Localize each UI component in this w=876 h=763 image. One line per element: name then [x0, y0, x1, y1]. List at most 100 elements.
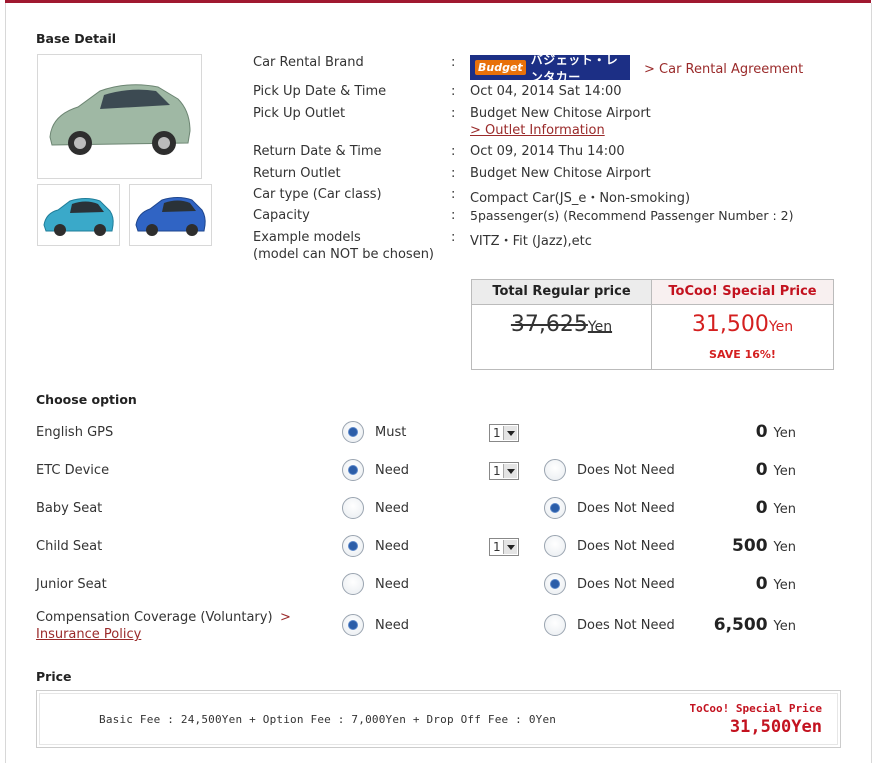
amount-value: 0	[755, 574, 768, 594]
compensation-not-need-radio[interactable]	[544, 614, 566, 636]
junior-seat-need-radio[interactable]	[342, 573, 364, 595]
child-seat-qty-select[interactable]: 1	[489, 538, 519, 556]
detail-label-return-date: Return Date & Time	[253, 144, 382, 159]
etc-device-amount: 0 Yen	[706, 460, 796, 480]
detail-label-brand: Car Rental Brand	[253, 55, 364, 70]
child-seat-not-need-radio[interactable]	[544, 535, 566, 557]
amount-unit: Yen	[773, 540, 796, 555]
etc-device-not-need-radio[interactable]	[544, 459, 566, 481]
etc-device-qty-select[interactable]: 1	[489, 462, 519, 480]
detail-label-pickup-date: Pick Up Date & Time	[253, 84, 387, 99]
price-heading: Price	[36, 669, 72, 684]
detail-label-example-models-note: (model can NOT be chosen)	[253, 247, 435, 262]
regular-price-amount: 37,625Yen	[472, 312, 651, 337]
detail-colon: :	[451, 106, 456, 121]
car-icon	[135, 197, 206, 236]
english-gps-qty-select[interactable]: 1	[489, 424, 519, 442]
english-gps-must-radio[interactable]	[342, 421, 364, 443]
amount-value: 500	[732, 536, 768, 556]
junior-seat-not-need-radio[interactable]	[544, 573, 566, 595]
fee-special-price-label: ToCoo! Special Price	[689, 702, 822, 715]
save-badge: SAVE 16%!	[709, 348, 776, 361]
fee-total-amount: 31,500Yen	[729, 717, 822, 737]
baby-seat-need-label: Need	[375, 501, 409, 516]
detail-value-return-date: Oct 09, 2014 Thu 14:00	[470, 144, 625, 159]
option-label-compensation-coverage: Compensation Coverage (Voluntary)	[36, 610, 273, 625]
detail-colon: :	[451, 55, 456, 70]
fee-summary-box: Basic Fee : 24,500Yen + Option Fee : 7,0…	[36, 690, 841, 748]
option-label-english-gps: English GPS	[36, 425, 114, 440]
detail-value-return-outlet: Budget New Chitose Airport	[470, 166, 651, 181]
brand-logo-text: バジェット・レンタカー	[530, 52, 619, 84]
child-seat-need-label: Need	[375, 539, 409, 554]
amount-unit: Yen	[773, 426, 796, 441]
special-price-amount: 31,500Yen	[652, 312, 833, 337]
brand-logo-mark: Budget	[475, 60, 526, 75]
outlet-information-link[interactable]: > Outlet Information	[470, 123, 605, 138]
amount-unit: Yen	[773, 578, 796, 593]
chevron-down-icon	[503, 540, 517, 554]
detail-label-return-outlet: Return Outlet	[253, 166, 341, 181]
amount-unit: Yen	[773, 619, 796, 634]
detail-label-capacity: Capacity	[253, 208, 310, 223]
choose-option-heading: Choose option	[36, 392, 137, 407]
chevron-down-icon	[503, 464, 517, 478]
detail-colon: :	[451, 144, 456, 159]
chevron-down-icon	[503, 426, 517, 440]
car-icon	[49, 84, 191, 155]
qty-value: 1	[493, 540, 501, 554]
price-comparison-box: Total Regular price 37,625Yen ToCoo! Spe…	[471, 279, 834, 370]
qty-value: 1	[493, 464, 501, 478]
baby-seat-need-radio[interactable]	[342, 497, 364, 519]
detail-colon: :	[451, 208, 456, 223]
detail-label-car-type: Car type (Car class)	[253, 187, 382, 202]
option-label-baby-seat: Baby Seat	[36, 501, 103, 516]
special-price-cell: ToCoo! Special Price 31,500Yen SAVE 16%!	[652, 280, 833, 369]
amount-value: 0	[755, 422, 768, 442]
detail-colon: :	[451, 166, 456, 181]
amount-unit: Yen	[773, 502, 796, 517]
detail-colon: :	[451, 187, 456, 202]
fee-breakdown-text: Basic Fee : 24,500Yen + Option Fee : 7,0…	[99, 713, 557, 726]
english-gps-amount: 0 Yen	[706, 422, 796, 442]
regular-price-unit: Yen	[587, 319, 613, 335]
detail-value-car-type: Compact Car(JS_e・Non-smoking)	[470, 191, 691, 206]
detail-value-capacity: 5passenger(s) (Recommend Passenger Numbe…	[470, 208, 794, 223]
compensation-need-radio[interactable]	[342, 614, 364, 636]
base-detail-heading: Base Detail	[36, 31, 117, 46]
detail-value-pickup-outlet: Budget New Chitose Airport	[470, 106, 651, 121]
insurance-policy-link[interactable]: Insurance Policy	[36, 627, 141, 642]
car-rental-agreement-link[interactable]: > Car Rental Agreement	[644, 62, 803, 77]
qty-value: 1	[493, 426, 501, 440]
budget-brand-logo: Budget バジェット・レンタカー	[470, 53, 630, 84]
amount-value: 6,500	[713, 615, 768, 635]
special-price-value: 31,500	[691, 312, 769, 337]
regular-price-cell: Total Regular price 37,625Yen	[472, 280, 652, 369]
etc-device-need-radio[interactable]	[342, 459, 364, 481]
amount-unit: Yen	[773, 464, 796, 479]
special-price-unit: Yen	[768, 319, 794, 335]
child-seat-not-need-label: Does Not Need	[577, 539, 675, 554]
detail-value-pickup-date: Oct 04, 2014 Sat 14:00	[470, 84, 622, 99]
regular-price-header: Total Regular price	[472, 280, 651, 305]
car-thumb-1[interactable]	[37, 184, 120, 246]
car-main-photo[interactable]	[37, 54, 202, 179]
amount-value: 0	[755, 460, 768, 480]
insurance-policy-arrow[interactable]: >	[280, 610, 291, 625]
compensation-amount: 6,500 Yen	[706, 615, 796, 635]
detail-label-pickup-outlet: Pick Up Outlet	[253, 106, 346, 121]
baby-seat-not-need-radio[interactable]	[544, 497, 566, 519]
junior-seat-need-label: Need	[375, 577, 409, 592]
regular-price-value: 37,625	[510, 312, 588, 337]
car-icon	[43, 198, 114, 236]
etc-device-need-label: Need	[375, 463, 409, 478]
option-label-child-seat: Child Seat	[36, 539, 103, 554]
car-thumb-2[interactable]	[129, 184, 212, 246]
junior-seat-amount: 0 Yen	[706, 574, 796, 594]
detail-label-example-models: Example models	[253, 230, 361, 245]
baby-seat-not-need-label: Does Not Need	[577, 501, 675, 516]
compensation-need-label: Need	[375, 618, 409, 633]
child-seat-amount: 500 Yen	[706, 536, 796, 556]
option-label-junior-seat: Junior Seat	[36, 577, 107, 592]
child-seat-need-radio[interactable]	[342, 535, 364, 557]
